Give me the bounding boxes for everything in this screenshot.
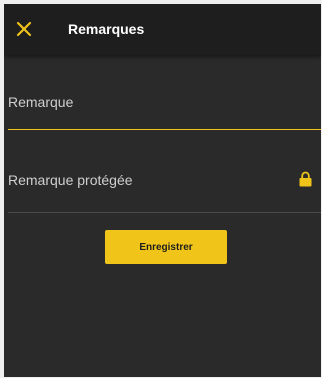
app-bar: Remarques	[4, 4, 321, 55]
remarks-screen: Remarques Remarque Remarque protégée Enr…	[4, 4, 321, 377]
remark-field[interactable]: Remarque	[8, 80, 321, 130]
save-button[interactable]: Enregistrer	[105, 230, 227, 264]
remark-placeholder: Remarque	[8, 94, 74, 110]
protected-remark-label: Remarque protégée	[8, 172, 133, 188]
close-icon[interactable]	[14, 19, 34, 39]
page-title: Remarques	[68, 21, 145, 37]
lock-icon	[299, 171, 312, 187]
protected-remark-field[interactable]: Remarque protégée	[8, 152, 321, 213]
